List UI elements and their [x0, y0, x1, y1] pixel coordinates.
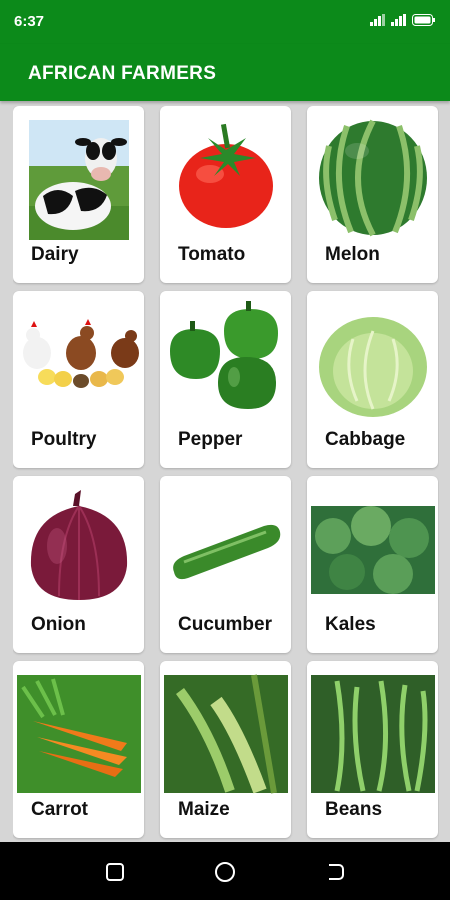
card-label: Maize — [178, 799, 230, 820]
card-label: Cucumber — [178, 614, 272, 635]
card-dairy[interactable]: Dairy — [13, 106, 144, 283]
card-onion[interactable]: Onion — [13, 476, 144, 653]
card-label: Pepper — [178, 429, 243, 450]
cucumber-image — [173, 524, 281, 580]
card-label: Poultry — [31, 429, 97, 450]
navigation-bar — [0, 842, 450, 900]
tomato-image — [179, 123, 273, 228]
back-icon[interactable] — [323, 860, 347, 884]
watermelon-image — [319, 119, 427, 237]
card-cucumber[interactable]: Cucumber — [160, 476, 291, 653]
carrot-image — [17, 675, 141, 793]
status-time: 6:37 — [14, 13, 45, 30]
status-icons — [370, 14, 436, 26]
home-icon[interactable] — [213, 860, 237, 884]
card-beans[interactable]: Beans — [307, 661, 438, 838]
card-label: Tomato — [178, 244, 246, 265]
card-label: Beans — [325, 799, 383, 820]
cabbage-image — [319, 317, 427, 417]
chickens-image — [23, 319, 139, 388]
card-label: Dairy — [31, 244, 79, 265]
status-bar: 6:37 — [0, 0, 450, 44]
recent-apps-icon[interactable] — [103, 860, 127, 884]
card-tomato[interactable]: Tomato — [160, 106, 291, 283]
signal-icon — [370, 14, 385, 26]
card-label: Onion — [31, 614, 86, 635]
app-title: AFRICAN FARMERS — [28, 63, 217, 84]
card-kales[interactable]: Kales — [307, 476, 438, 653]
signal-icon-2 — [391, 14, 406, 26]
card-label: Melon — [325, 244, 380, 265]
green-beans-image — [311, 675, 435, 793]
card-pepper[interactable]: Pepper — [160, 291, 291, 468]
card-melon[interactable]: Melon — [307, 106, 438, 283]
cow-image — [29, 120, 129, 240]
app-bar: AFRICAN FARMERS — [0, 44, 450, 101]
category-grid: Dairy Tomato Melon Poultry Pepper Cabbag… — [13, 106, 439, 842]
card-poultry[interactable]: Poultry — [13, 291, 144, 468]
card-label: Kales — [325, 614, 376, 635]
kale-image — [311, 506, 435, 594]
card-maize[interactable]: Maize — [160, 661, 291, 838]
card-label: Carrot — [31, 799, 89, 820]
battery-icon — [412, 14, 435, 26]
card-label: Cabbage — [325, 429, 406, 450]
green-pepper-image — [170, 301, 278, 409]
card-cabbage[interactable]: Cabbage — [307, 291, 438, 468]
card-carrot[interactable]: Carrot — [13, 661, 144, 838]
red-onion-image — [30, 490, 128, 600]
maize-image — [164, 674, 288, 794]
